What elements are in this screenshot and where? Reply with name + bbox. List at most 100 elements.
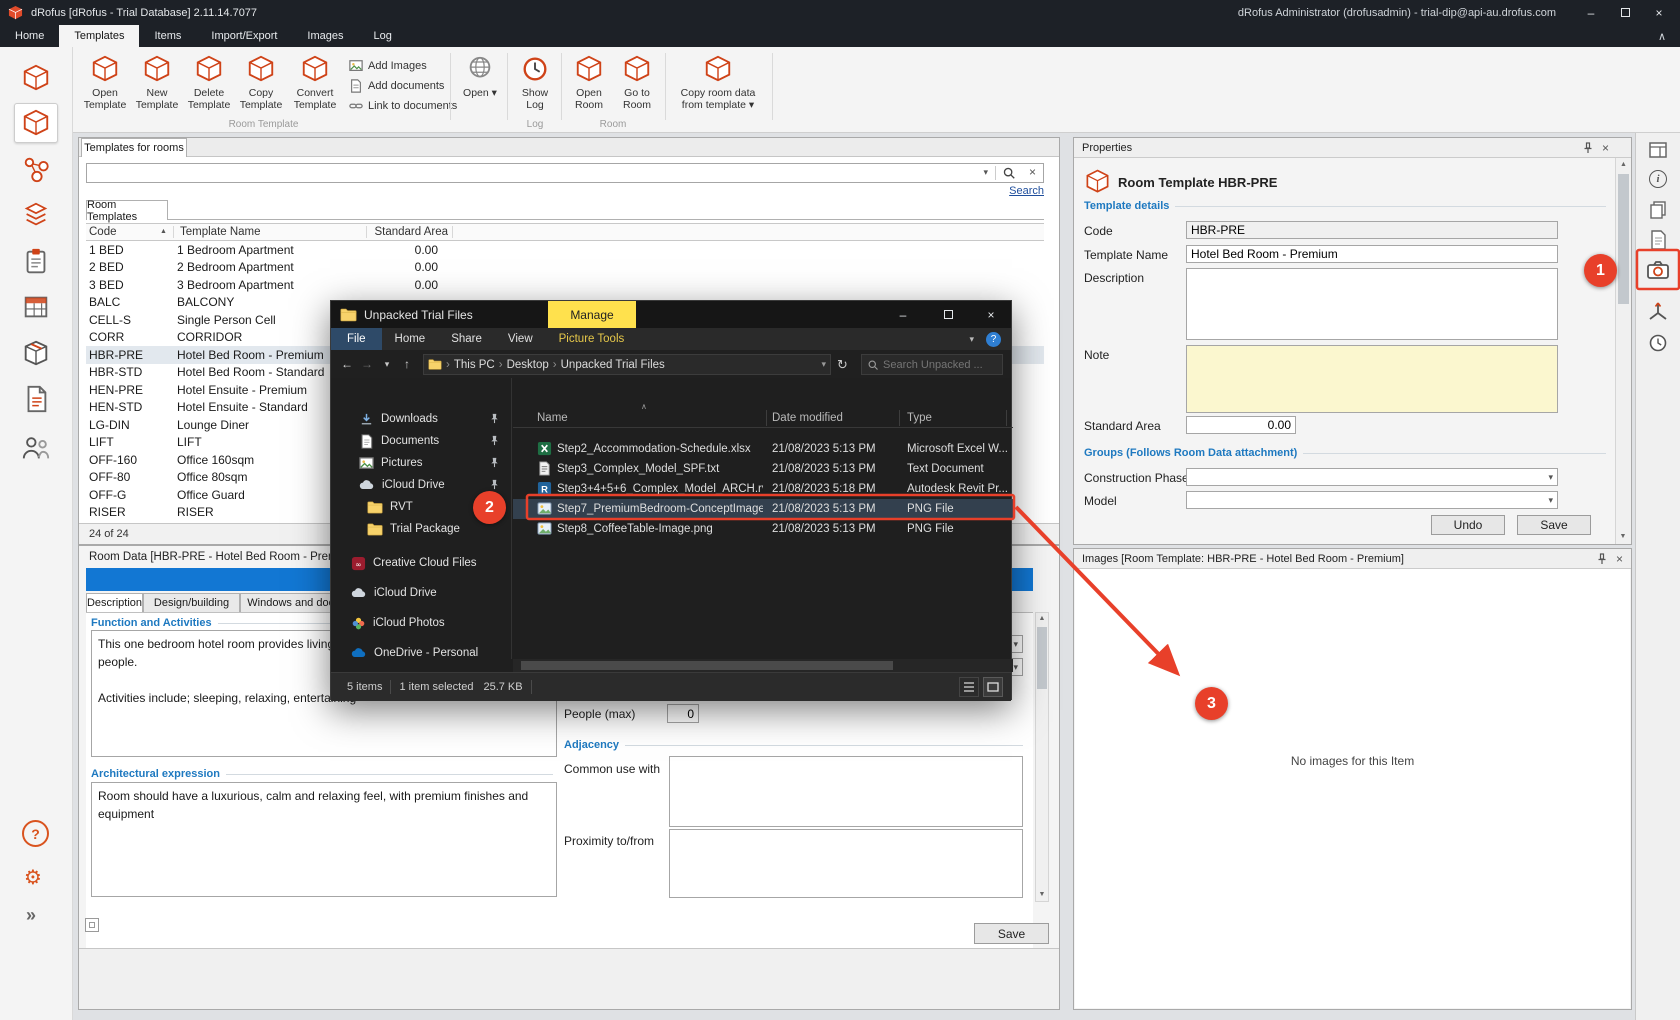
breadcrumb-this-pc[interactable]: This PC [454,359,495,371]
open-www-button[interactable]: Open ▾ [456,52,504,118]
link-documents-button[interactable]: Link to documents [349,97,457,115]
tab-images[interactable]: Images [292,25,358,47]
common-use-textarea[interactable] [669,756,1023,827]
sidebar-item-products[interactable] [14,333,58,373]
sidebar-item-checklists[interactable] [14,241,58,281]
scroll-thumb[interactable] [1618,174,1629,304]
table-row[interactable]: 3 BED3 Bedroom Apartment0.00 [86,276,1044,294]
tab-import-export[interactable]: Import/Export [196,25,292,47]
chevron-down-icon[interactable]: ▾ [983,167,988,178]
nav-icloud-photos[interactable]: iCloud Photos [351,613,445,633]
explorer-titlebar[interactable]: Unpacked Trial Files Manage – × [331,301,1011,328]
construction-phase-select[interactable]: ▾ [1186,468,1558,486]
proximity-textarea[interactable] [669,829,1023,898]
explorer-tab-share[interactable]: Share [438,328,495,350]
close-panel-icon[interactable]: × [1616,552,1623,566]
tab-design-building[interactable]: Design/building [143,593,240,612]
note-textarea[interactable] [1186,345,1558,413]
tab-room-templates[interactable]: Room Templates [86,200,168,220]
sidebar-item-rooms[interactable] [14,58,58,98]
sidebar-item-tables[interactable] [14,287,58,327]
address-dropdown-icon[interactable]: ▾ [821,359,826,370]
templates-table-header[interactable]: Code ▲ Template Name Standard Area [86,223,1044,241]
delete-template-button[interactable]: Delete Template [184,52,234,118]
file-explorer-window[interactable]: Unpacked Trial Files Manage – × File Hom… [330,300,1012,700]
nav-trial-package-folder[interactable]: Trial Package [367,519,460,539]
history-clock-icon[interactable] [1648,333,1668,353]
nav-rvt-folder[interactable]: RVT [367,497,413,517]
table-row[interactable]: 2 BED2 Bedroom Apartment0.00 [86,259,1044,277]
help-button[interactable]: ? [22,820,49,847]
open-template-button[interactable]: Open Template [80,52,130,118]
recent-locations-icon[interactable]: ▾ [377,359,397,370]
sidebar-item-items[interactable] [14,195,58,235]
close-button[interactable]: × [1646,3,1672,22]
breadcrumb-desktop[interactable]: Desktop [507,359,549,371]
refresh-icon[interactable]: ↻ [837,357,848,373]
convert-template-button[interactable]: Convert Template [288,52,342,118]
description-textarea[interactable] [1186,268,1558,340]
ribbon-expand-icon[interactable]: ▾ [969,334,974,345]
scroll-down-icon[interactable]: ▼ [1616,530,1630,544]
col-template-name[interactable]: Template Name [180,226,261,238]
copy-room-data-button[interactable]: Copy room data from template ▾ [670,52,766,118]
minimize-button[interactable]: – [1578,3,1604,22]
panel-layout-icon[interactable] [1648,140,1668,160]
nav-documents[interactable]: Documents [359,431,439,451]
people-max-input[interactable] [667,704,699,723]
nav-onedrive[interactable]: OneDrive - Personal [351,643,478,663]
maximize-button[interactable] [1612,3,1638,22]
explorer-search-box[interactable] [861,354,1003,375]
scroll-up-icon[interactable]: ▲ [1036,613,1048,625]
standard-area-input[interactable] [1186,416,1296,434]
table-row[interactable]: 1 BED1 Bedroom Apartment0.00 [86,241,1044,259]
settings-button[interactable]: ⚙ [24,865,42,890]
help-icon[interactable]: ? [986,332,1001,347]
explorer-tab-view[interactable]: View [495,328,546,350]
tab-windows-doors[interactable]: Windows and doo [240,593,342,612]
horizontal-scrollbar[interactable] [513,659,1013,672]
tab-home[interactable]: Home [0,25,59,47]
layout-toggle-icon[interactable] [85,918,99,932]
code-input[interactable] [1186,221,1558,239]
axis-3d-icon[interactable] [1646,300,1670,324]
close-panel-icon[interactable]: × [1602,141,1609,155]
explorer-close-button[interactable]: × [971,305,1011,324]
properties-scrollbar[interactable]: ▲ ▼ [1615,158,1631,544]
show-log-button[interactable]: Show Log [512,52,558,118]
copy-pages-icon[interactable] [1648,200,1668,220]
file-row-selected[interactable]: Step7_PremiumBedroom-ConceptImage...21/0… [513,499,1013,519]
col-code[interactable]: Code [89,226,117,238]
go-to-room-button[interactable]: Go to Room [614,52,660,118]
explorer-tab-home[interactable]: Home [382,328,439,350]
file-row[interactable]: Step3+4+5+6_Complex_Model_ARCH.rvt21/08/… [513,479,1013,499]
thumbnail-view-icon[interactable] [983,677,1003,697]
scroll-up-icon[interactable]: ▲ [1616,158,1631,172]
nav-icloud-drive-2[interactable]: iCloud Drive [351,583,437,603]
file-row[interactable]: Step2_Accommodation-Schedule.xlsx21/08/2… [513,439,1013,459]
list-view-icon[interactable] [959,677,979,697]
architectural-text-box[interactable]: Room should have a luxurious, calm and r… [91,782,557,897]
tab-log[interactable]: Log [359,25,407,47]
file-list-header[interactable]: Name ∧ Date modified Type [513,408,1013,428]
col-date-modified[interactable]: Date modified [772,412,843,424]
forward-icon[interactable]: → [357,357,377,371]
explorer-tab-picture-tools[interactable]: Picture Tools [546,328,638,350]
tab-items[interactable]: Items [139,25,196,47]
nav-pictures[interactable]: Pictures [359,453,423,473]
model-select[interactable]: ▾ [1186,491,1558,509]
scroll-down-icon[interactable]: ▼ [1036,889,1048,901]
info-icon[interactable]: i [1649,170,1667,188]
col-standard-area[interactable]: Standard Area [372,226,448,238]
address-bar[interactable]: › This PC › Desktop › Unpacked Trial Fil… [423,354,831,375]
breadcrumb-current[interactable]: Unpacked Trial Files [561,359,665,371]
search-icon[interactable] [1002,166,1016,180]
open-room-button[interactable]: Open Room [566,52,612,118]
room-data-scrollbar[interactable]: ▲ ▼ [1035,612,1049,902]
tab-description[interactable]: Description [86,593,143,612]
explorer-tab-file[interactable]: File [331,328,382,350]
manage-ribbon-tab[interactable]: Manage [548,301,636,328]
sidebar-item-templates[interactable] [14,103,58,143]
pin-icon[interactable] [1582,142,1594,154]
scroll-thumb[interactable] [521,661,893,670]
